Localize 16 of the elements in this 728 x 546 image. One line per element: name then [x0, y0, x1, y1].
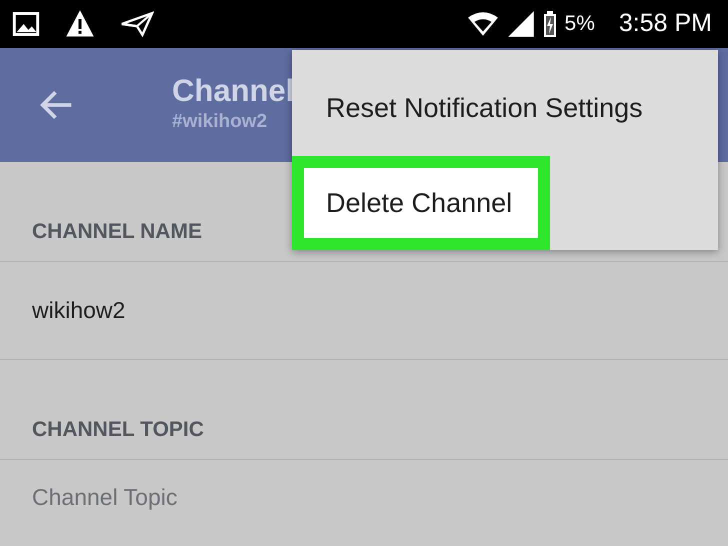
screen-title: Channel	[172, 74, 294, 108]
battery-percentage: 5%	[564, 11, 595, 38]
channel-subtitle: #wikihow2	[172, 110, 268, 134]
section-header: CHANNEL NAME	[32, 218, 202, 244]
menu-item[interactable]: Reset Notification Settings	[292, 60, 718, 156]
section-header: CHANNEL TOPIC	[32, 416, 204, 442]
battery-charging-icon	[542, 11, 557, 37]
menu-item[interactable]: Delete Channel	[292, 156, 550, 250]
clock-time: 3:58 PM	[618, 8, 712, 40]
signal-icon	[506, 10, 535, 38]
wifi-icon	[466, 11, 499, 37]
paper-plane-icon	[120, 11, 154, 37]
image-icon	[12, 10, 40, 38]
warning-icon	[64, 9, 96, 39]
channel-name-value: wikihow2	[32, 296, 126, 326]
topic-input-field[interactable]: Channel Topic	[32, 482, 332, 512]
